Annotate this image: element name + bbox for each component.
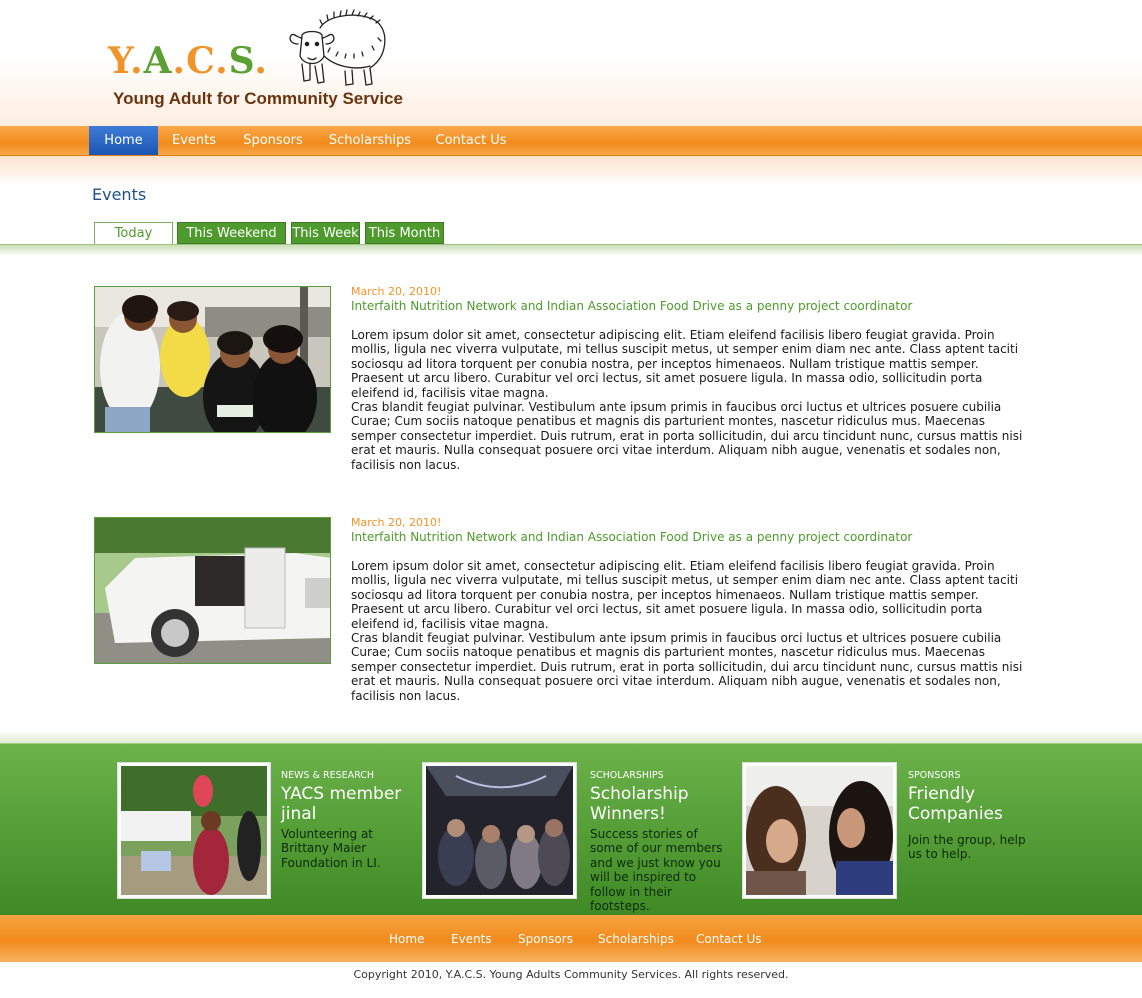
nav-home[interactable]: Home (89, 126, 158, 155)
tab-this-week[interactable]: This Week (291, 222, 360, 244)
footer-nav-sponsors[interactable]: Sponsors (518, 932, 573, 946)
promo-kicker: SPONSORS (908, 770, 961, 781)
event-photo[interactable] (94, 517, 331, 664)
promo-body: Volunteering at Brittany Maier Foundatio… (281, 827, 381, 870)
sponsors-photo-image (746, 766, 893, 895)
main-nav: Home Events Sponsors Scholarships Contac… (0, 126, 1142, 156)
group-photo-image (95, 287, 330, 432)
event-photo[interactable] (94, 286, 331, 433)
tab-divider (0, 244, 1142, 256)
tab-this-month[interactable]: This Month (365, 222, 444, 244)
promo-body: Success stories of some of our members a… (590, 827, 723, 914)
limo-photo-image (95, 518, 330, 663)
event-paragraph: Lorem ipsum dolor sit amet, consectetur … (351, 559, 1019, 631)
page-title: Events (92, 185, 147, 204)
site-header: Y.A.C.S. Young Adult for Community Servi… (0, 0, 1142, 126)
promo-kicker: SCHOLARSHIPS (590, 770, 664, 781)
site-logo[interactable]: Y.A.C.S. (108, 40, 268, 82)
tab-today[interactable]: Today (94, 222, 173, 245)
footer-nav-contact-us[interactable]: Contact Us (696, 932, 762, 946)
event-paragraph: Cras blandit feugiat pulvinar. Vestibulu… (351, 631, 1023, 703)
limo-interior-photo-image (426, 766, 573, 895)
footer-nav-events[interactable]: Events (451, 932, 492, 946)
musk-ox-icon (289, 9, 386, 86)
promo-image[interactable] (422, 762, 577, 899)
event-title[interactable]: Interfaith Nutrition Network and Indian … (351, 299, 912, 313)
nav-sponsors[interactable]: Sponsors (236, 126, 310, 155)
promo-band: NEWS & RESEARCH YACS member jinal Volunt… (0, 743, 1142, 915)
event-title[interactable]: Interfaith Nutrition Network and Indian … (351, 530, 912, 544)
copyright-text: Copyright 2010, Y.A.C.S. Young Adults Co… (353, 968, 789, 981)
promo-headline[interactable]: Scholarship Winners! (590, 784, 720, 824)
volunteer-photo-image (121, 766, 267, 895)
nav-scholarships[interactable]: Scholarships (322, 126, 418, 155)
nav-events[interactable]: Events (162, 126, 226, 155)
promo-body: Join the group, help us to help. (908, 833, 1026, 862)
event-date: March 20, 2010! (351, 516, 442, 529)
site-subtitle: Young Adult for Community Service (113, 89, 403, 108)
footer-nav-scholarships[interactable]: Scholarships (598, 932, 674, 946)
promo-kicker: NEWS & RESEARCH (281, 770, 375, 781)
tab-this-weekend[interactable]: This Weekend (177, 222, 286, 244)
promo-headline[interactable]: Friendly Companies (908, 784, 1038, 824)
event-paragraph: Lorem ipsum dolor sit amet, consectetur … (351, 328, 1019, 400)
promo-headline[interactable]: YACS member jinal (281, 784, 411, 824)
nav-contact-us[interactable]: Contact Us (428, 126, 514, 155)
event-paragraph: Cras blandit feugiat pulvinar. Vestibulu… (351, 400, 1023, 472)
promo-divider (0, 730, 1142, 744)
footer-nav-home[interactable]: Home (389, 932, 424, 946)
event-date: March 20, 2010! (351, 285, 442, 298)
footer-nav: Home Events Sponsors Scholarships Contac… (0, 915, 1142, 962)
promo-image[interactable] (117, 762, 271, 899)
promo-image[interactable] (742, 762, 897, 899)
nav-shadow-band (0, 156, 1142, 186)
